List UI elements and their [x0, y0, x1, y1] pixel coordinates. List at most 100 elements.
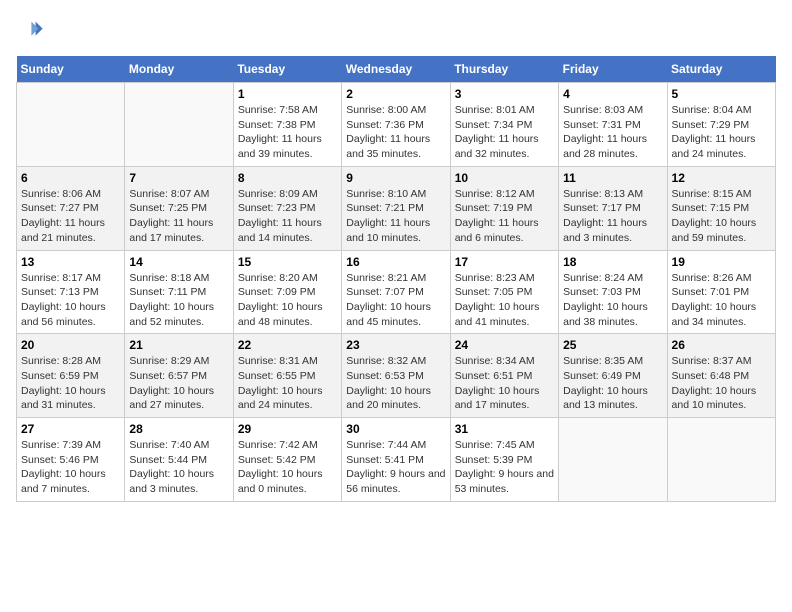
calendar-cell: 28 Sunrise: 7:40 AM Sunset: 5:44 PM Dayli…	[125, 418, 233, 502]
day-info: Sunrise: 8:10 AM Sunset: 7:21 PM Dayligh…	[346, 187, 445, 246]
day-header-saturday: Saturday	[667, 56, 775, 83]
day-info: Sunrise: 8:32 AM Sunset: 6:53 PM Dayligh…	[346, 354, 445, 413]
week-row-3: 13 Sunrise: 8:17 AM Sunset: 7:13 PM Dayli…	[17, 250, 776, 334]
day-info: Sunrise: 8:00 AM Sunset: 7:36 PM Dayligh…	[346, 103, 445, 162]
calendar-cell: 9 Sunrise: 8:10 AM Sunset: 7:21 PM Daylig…	[342, 166, 450, 250]
day-header-tuesday: Tuesday	[233, 56, 341, 83]
calendar-cell: 19 Sunrise: 8:26 AM Sunset: 7:01 PM Dayli…	[667, 250, 775, 334]
day-info: Sunrise: 7:58 AM Sunset: 7:38 PM Dayligh…	[238, 103, 337, 162]
calendar-cell	[125, 83, 233, 167]
calendar-cell: 16 Sunrise: 8:21 AM Sunset: 7:07 PM Dayli…	[342, 250, 450, 334]
calendar-cell: 31 Sunrise: 7:45 AM Sunset: 5:39 PM Dayli…	[450, 418, 558, 502]
week-row-2: 6Sunrise: 8:06 AM Sunset: 7:27 PM Daylig…	[17, 166, 776, 250]
day-info: Sunrise: 8:09 AM Sunset: 7:23 PM Dayligh…	[238, 187, 337, 246]
day-number: 15	[238, 255, 337, 269]
calendar-cell: 17Sunrise: 8:23 AM Sunset: 7:05 PM Dayli…	[450, 250, 558, 334]
header-row: SundayMondayTuesdayWednesdayThursdayFrid…	[17, 56, 776, 83]
day-info: Sunrise: 8:01 AM Sunset: 7:34 PM Dayligh…	[455, 103, 554, 162]
day-number: 19	[672, 255, 771, 269]
day-number: 13	[21, 255, 120, 269]
day-number: 25	[563, 338, 662, 352]
calendar-cell: 15 Sunrise: 8:20 AM Sunset: 7:09 PM Dayli…	[233, 250, 341, 334]
calendar-cell	[17, 83, 125, 167]
day-info: Sunrise: 8:24 AM Sunset: 7:03 PM Dayligh…	[563, 271, 662, 330]
calendar-cell: 22 Sunrise: 8:31 AM Sunset: 6:55 PM Dayli…	[233, 334, 341, 418]
day-header-friday: Friday	[559, 56, 667, 83]
day-number: 14	[129, 255, 228, 269]
calendar-cell: 26 Sunrise: 8:37 AM Sunset: 6:48 PM Dayli…	[667, 334, 775, 418]
day-info: Sunrise: 7:44 AM Sunset: 5:41 PM Dayligh…	[346, 438, 445, 497]
day-info: Sunrise: 8:34 AM Sunset: 6:51 PM Dayligh…	[455, 354, 554, 413]
calendar-table: SundayMondayTuesdayWednesdayThursdayFrid…	[16, 56, 776, 502]
day-number: 29	[238, 422, 337, 436]
day-number: 16	[346, 255, 445, 269]
day-number: 11	[563, 171, 662, 185]
day-number: 8	[238, 171, 337, 185]
calendar-cell: 3Sunrise: 8:01 AM Sunset: 7:34 PM Daylig…	[450, 83, 558, 167]
day-info: Sunrise: 7:45 AM Sunset: 5:39 PM Dayligh…	[455, 438, 554, 497]
day-number: 27	[21, 422, 120, 436]
day-info: Sunrise: 8:31 AM Sunset: 6:55 PM Dayligh…	[238, 354, 337, 413]
calendar-cell: 24 Sunrise: 8:34 AM Sunset: 6:51 PM Dayli…	[450, 334, 558, 418]
day-number: 7	[129, 171, 228, 185]
logo-icon	[16, 16, 44, 44]
calendar-cell: 25 Sunrise: 8:35 AM Sunset: 6:49 PM Dayli…	[559, 334, 667, 418]
day-info: Sunrise: 8:03 AM Sunset: 7:31 PM Dayligh…	[563, 103, 662, 162]
day-header-sunday: Sunday	[17, 56, 125, 83]
calendar-cell: 18Sunrise: 8:24 AM Sunset: 7:03 PM Dayli…	[559, 250, 667, 334]
day-number: 6	[21, 171, 120, 185]
calendar-cell: 21Sunrise: 8:29 AM Sunset: 6:57 PM Dayli…	[125, 334, 233, 418]
day-number: 2	[346, 87, 445, 101]
week-row-4: 20 Sunrise: 8:28 AM Sunset: 6:59 PM Dayli…	[17, 334, 776, 418]
calendar-body: 1 Sunrise: 7:58 AM Sunset: 7:38 PM Daylig…	[17, 83, 776, 502]
day-number: 21	[129, 338, 228, 352]
page-header	[16, 16, 776, 44]
day-number: 9	[346, 171, 445, 185]
day-info: Sunrise: 8:20 AM Sunset: 7:09 PM Dayligh…	[238, 271, 337, 330]
day-info: Sunrise: 8:18 AM Sunset: 7:11 PM Dayligh…	[129, 271, 228, 330]
calendar-cell: 1 Sunrise: 7:58 AM Sunset: 7:38 PM Daylig…	[233, 83, 341, 167]
calendar-cell: 29 Sunrise: 7:42 AM Sunset: 5:42 PM Dayli…	[233, 418, 341, 502]
day-info: Sunrise: 8:35 AM Sunset: 6:49 PM Dayligh…	[563, 354, 662, 413]
day-info: Sunrise: 7:42 AM Sunset: 5:42 PM Dayligh…	[238, 438, 337, 497]
week-row-1: 1 Sunrise: 7:58 AM Sunset: 7:38 PM Daylig…	[17, 83, 776, 167]
calendar-cell: 14 Sunrise: 8:18 AM Sunset: 7:11 PM Dayli…	[125, 250, 233, 334]
calendar-cell: 12 Sunrise: 8:15 AM Sunset: 7:15 PM Dayli…	[667, 166, 775, 250]
calendar-cell: 7Sunrise: 8:07 AM Sunset: 7:25 PM Daylig…	[125, 166, 233, 250]
day-number: 12	[672, 171, 771, 185]
day-header-thursday: Thursday	[450, 56, 558, 83]
day-info: Sunrise: 8:28 AM Sunset: 6:59 PM Dayligh…	[21, 354, 120, 413]
calendar-cell	[559, 418, 667, 502]
day-number: 24	[455, 338, 554, 352]
day-header-wednesday: Wednesday	[342, 56, 450, 83]
day-info: Sunrise: 8:37 AM Sunset: 6:48 PM Dayligh…	[672, 354, 771, 413]
calendar-cell: 20 Sunrise: 8:28 AM Sunset: 6:59 PM Dayli…	[17, 334, 125, 418]
day-number: 1	[238, 87, 337, 101]
day-info: Sunrise: 8:21 AM Sunset: 7:07 PM Dayligh…	[346, 271, 445, 330]
day-info: Sunrise: 8:26 AM Sunset: 7:01 PM Dayligh…	[672, 271, 771, 330]
calendar-cell: 27Sunrise: 7:39 AM Sunset: 5:46 PM Dayli…	[17, 418, 125, 502]
day-number: 10	[455, 171, 554, 185]
day-number: 31	[455, 422, 554, 436]
day-number: 20	[21, 338, 120, 352]
calendar-header: SundayMondayTuesdayWednesdayThursdayFrid…	[17, 56, 776, 83]
calendar-cell: 2 Sunrise: 8:00 AM Sunset: 7:36 PM Daylig…	[342, 83, 450, 167]
calendar-cell: 10 Sunrise: 8:12 AM Sunset: 7:19 PM Dayli…	[450, 166, 558, 250]
day-number: 23	[346, 338, 445, 352]
calendar-cell: 4 Sunrise: 8:03 AM Sunset: 7:31 PM Daylig…	[559, 83, 667, 167]
calendar-cell	[667, 418, 775, 502]
calendar-cell: 8 Sunrise: 8:09 AM Sunset: 7:23 PM Daylig…	[233, 166, 341, 250]
day-number: 26	[672, 338, 771, 352]
day-number: 22	[238, 338, 337, 352]
calendar-cell: 23 Sunrise: 8:32 AM Sunset: 6:53 PM Dayli…	[342, 334, 450, 418]
day-info: Sunrise: 8:04 AM Sunset: 7:29 PM Dayligh…	[672, 103, 771, 162]
day-info: Sunrise: 8:17 AM Sunset: 7:13 PM Dayligh…	[21, 271, 120, 330]
day-info: Sunrise: 8:12 AM Sunset: 7:19 PM Dayligh…	[455, 187, 554, 246]
day-info: Sunrise: 7:40 AM Sunset: 5:44 PM Dayligh…	[129, 438, 228, 497]
day-number: 28	[129, 422, 228, 436]
day-number: 30	[346, 422, 445, 436]
day-info: Sunrise: 8:15 AM Sunset: 7:15 PM Dayligh…	[672, 187, 771, 246]
calendar-cell: 13 Sunrise: 8:17 AM Sunset: 7:13 PM Dayli…	[17, 250, 125, 334]
calendar-cell: 6Sunrise: 8:06 AM Sunset: 7:27 PM Daylig…	[17, 166, 125, 250]
day-number: 4	[563, 87, 662, 101]
